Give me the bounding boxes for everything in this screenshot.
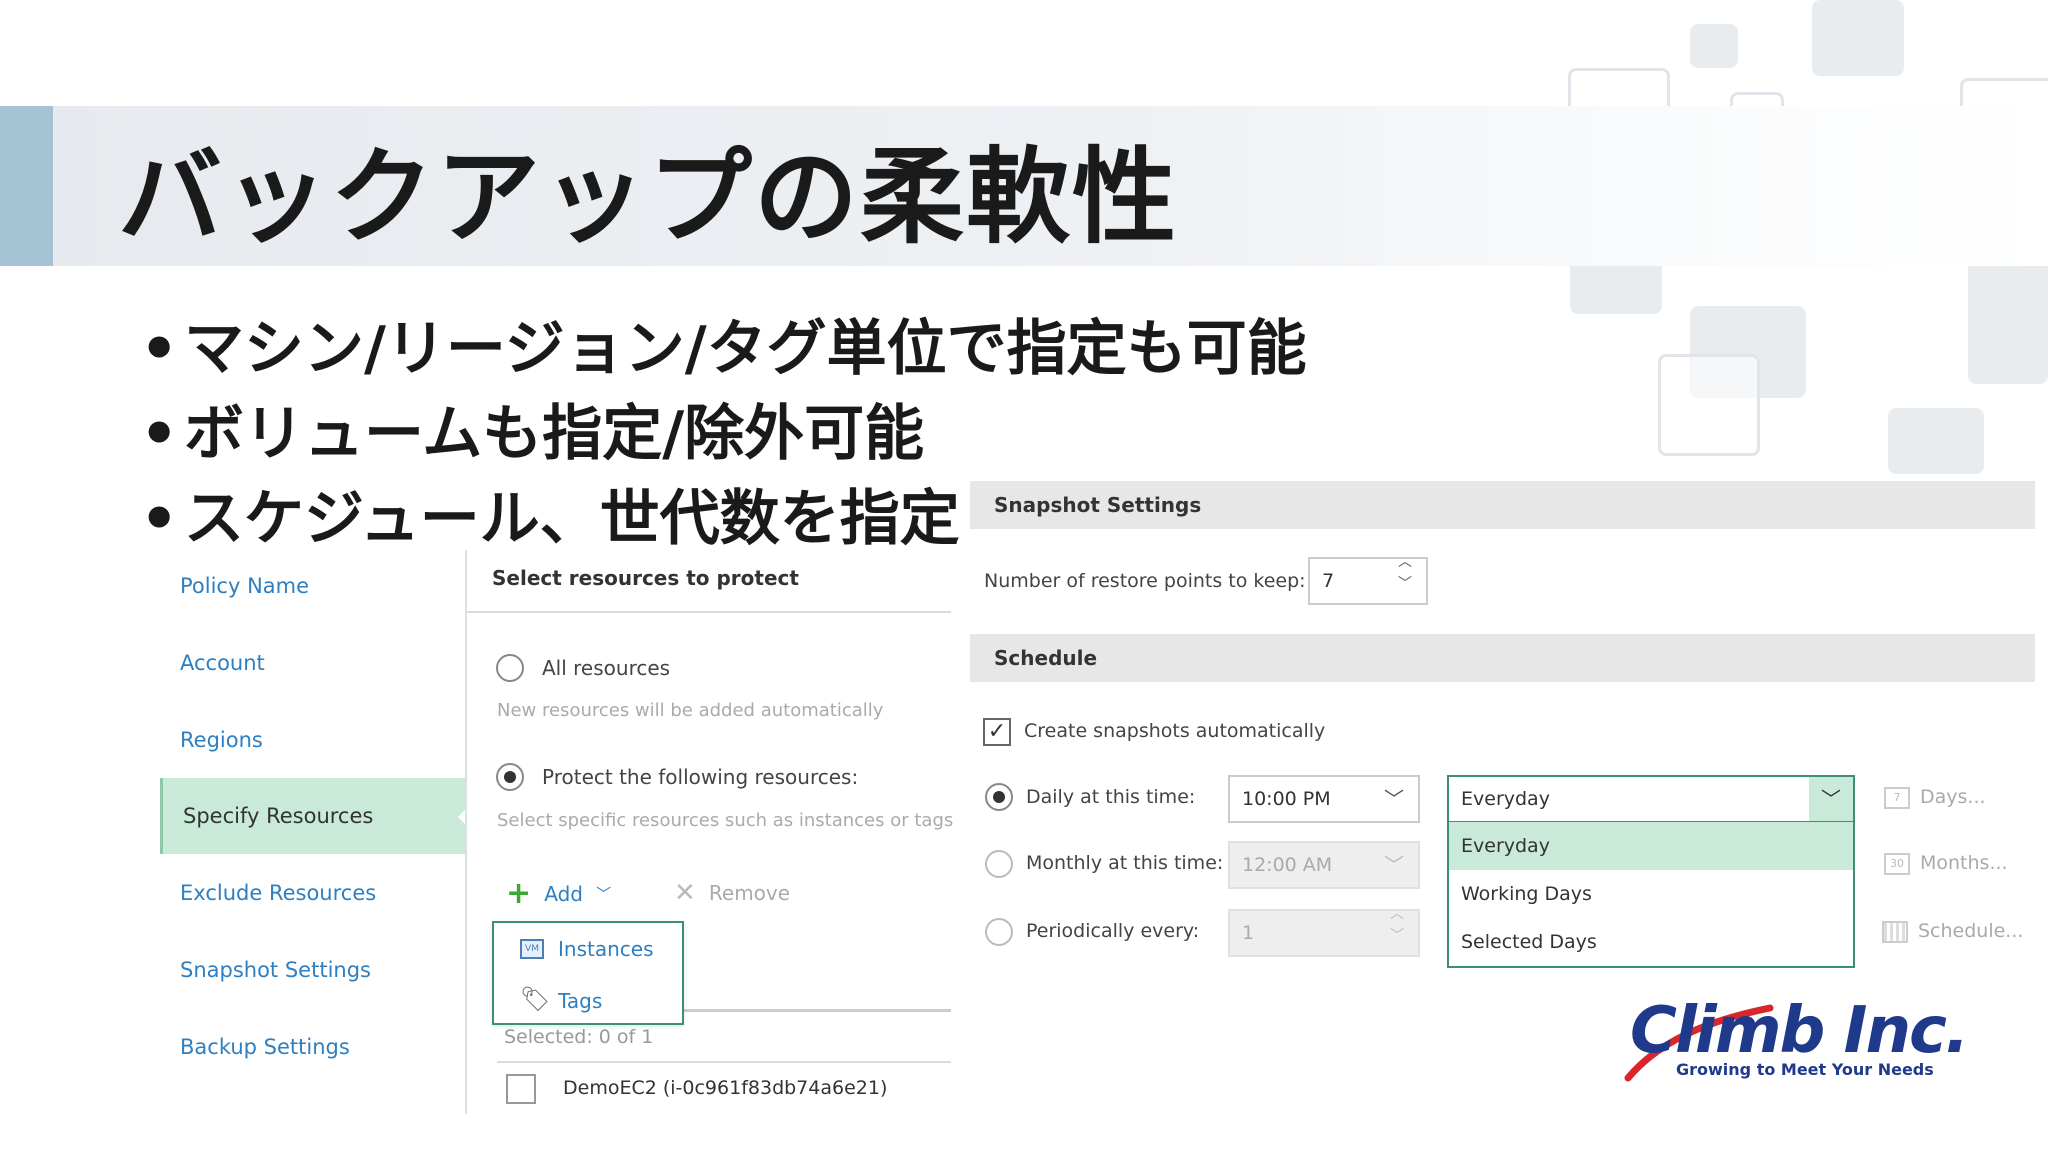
periodic-value: 1 xyxy=(1242,922,1255,944)
frequency-option[interactable]: Selected Days xyxy=(1449,918,1853,966)
daily-radio[interactable] xyxy=(985,783,1013,811)
add-menu: VM Instances 🏷 Tags xyxy=(492,921,684,1025)
divider xyxy=(467,611,951,613)
all-resources-radio[interactable] xyxy=(496,654,524,682)
daily-time-select[interactable]: 10:00 PM ﹀ xyxy=(1228,775,1420,823)
chevron-down-icon[interactable]: ﹀ xyxy=(1809,777,1853,821)
remove-label: Remove xyxy=(708,881,791,905)
chevron-down-icon: ﹀ xyxy=(1384,853,1404,877)
menu-item-label: Tags xyxy=(558,989,603,1013)
protect-resources-hint: Select specific resources such as instan… xyxy=(497,810,954,831)
active-nav-pointer xyxy=(458,806,469,828)
add-label: Add xyxy=(544,881,583,906)
tag-icon: 🏷 xyxy=(520,985,551,1013)
nav-item-regions[interactable]: Regions xyxy=(160,702,465,778)
logo-tagline: Growing to Meet Your Needs xyxy=(1676,1060,1934,1079)
frequency-value: Everyday xyxy=(1461,788,1550,810)
add-button[interactable]: + Add ﹀ xyxy=(506,876,611,911)
slide-title: バックアップの柔軟性 xyxy=(118,136,1179,258)
frequency-option[interactable]: Everyday xyxy=(1449,822,1853,870)
nav-item-exclude-resources[interactable]: Exclude Resources xyxy=(160,855,465,931)
plus-icon: + xyxy=(506,876,532,911)
all-resources-label[interactable]: All resources xyxy=(542,656,670,680)
nav-item-snapshot-settings[interactable]: Snapshot Settings xyxy=(160,932,465,1008)
months-link[interactable]: 30 Months... xyxy=(1884,852,2008,875)
snapshot-settings-header: Snapshot Settings xyxy=(970,481,2035,529)
periodic-value-input[interactable]: 1 ︿ ﹀ xyxy=(1228,906,1420,957)
monthly-label[interactable]: Monthly at this time: xyxy=(1026,852,1223,874)
days-link-label: Days... xyxy=(1920,786,1986,808)
nav-item-specify-resources[interactable]: Specify Resources xyxy=(160,778,465,854)
bullet-item: •ボリュームも指定/除外可能 xyxy=(140,399,925,469)
frequency-select[interactable]: Everyday ﹀ xyxy=(1447,775,1855,823)
resource-row-label: DemoEC2 (i-0c961f83db74a6e21) xyxy=(563,1077,888,1099)
stepper-down-icon[interactable]: ﹀ xyxy=(1398,573,1412,595)
bullet-text: マシン/リージョン/タグ単位で指定も可能 xyxy=(184,314,1307,384)
chevron-down-icon: ﹀ xyxy=(596,885,612,903)
schedule-link[interactable]: Schedule... xyxy=(1882,920,2023,943)
row-checkbox[interactable] xyxy=(506,1074,536,1104)
menu-item-tags[interactable]: 🏷 Tags xyxy=(494,979,682,1023)
frequency-option[interactable]: Working Days xyxy=(1449,870,1853,918)
restore-points-value: 7 xyxy=(1322,570,1335,592)
nav-divider xyxy=(465,550,467,1114)
logo-name: Climb Inc. xyxy=(1630,994,1969,1068)
calendar-icon: 7 xyxy=(1884,786,1910,809)
nav-item-account[interactable]: Account xyxy=(160,625,465,701)
periodic-label[interactable]: Periodically every: xyxy=(1026,920,1199,942)
periodic-radio[interactable] xyxy=(985,918,1013,946)
menu-item-label: Instances xyxy=(558,937,654,961)
bullet-text: ボリュームも指定/除外可能 xyxy=(184,399,925,469)
grid-calendar-icon xyxy=(1882,920,1908,943)
all-resources-hint: New resources will be added automaticall… xyxy=(497,700,884,721)
divider xyxy=(497,1061,951,1063)
stepper-up-icon: ︿ xyxy=(1390,906,1404,922)
daily-label[interactable]: Daily at this time: xyxy=(1026,786,1195,808)
daily-time-value: 10:00 PM xyxy=(1242,788,1331,810)
remove-button[interactable]: ✕ Remove xyxy=(674,878,790,908)
resources-heading: Select resources to protect xyxy=(492,566,799,590)
create-auto-checkbox[interactable]: ✓ xyxy=(983,718,1011,746)
stepper-down-icon: ﹀ xyxy=(1390,928,1404,944)
schedule-link-label: Schedule... xyxy=(1918,920,2024,942)
bullet-item: •マシン/リージョン/タグ単位で指定も可能 xyxy=(140,314,1307,384)
selected-count: Selected: 0 of 1 xyxy=(504,1026,654,1048)
frequency-dropdown: Everyday Working Days Selected Days xyxy=(1447,822,1855,968)
nav-item-policy-name[interactable]: Policy Name xyxy=(160,548,465,624)
company-logo: Climb Inc. Growing to Meet Your Needs xyxy=(1620,994,1969,1090)
create-auto-label[interactable]: Create snapshots automatically xyxy=(1024,720,1325,742)
schedule-header: Schedule xyxy=(970,634,2035,682)
restore-points-input[interactable]: 7 ︿ ﹀ xyxy=(1308,554,1428,605)
days-link[interactable]: 7 Days... xyxy=(1884,786,1986,809)
close-icon: ✕ xyxy=(674,878,696,908)
bullet-item: •スケジュール、世代数を指定 xyxy=(140,484,960,554)
menu-item-instances[interactable]: VM Instances xyxy=(494,929,682,973)
calendar-icon: 30 xyxy=(1884,852,1910,875)
monthly-time-select[interactable]: 12:00 AM ﹀ xyxy=(1228,841,1420,889)
chevron-down-icon: ﹀ xyxy=(1384,787,1404,811)
protect-resources-label[interactable]: Protect the following resources: xyxy=(542,765,858,789)
bullet-text: スケジュール、世代数を指定 xyxy=(184,484,960,554)
stepper-up-icon[interactable]: ︿ xyxy=(1398,551,1412,573)
restore-points-label: Number of restore points to keep: xyxy=(984,570,1306,592)
protect-resources-radio[interactable] xyxy=(496,763,524,791)
monthly-radio[interactable] xyxy=(985,850,1013,878)
list-header-border xyxy=(682,1009,951,1012)
months-link-label: Months... xyxy=(1920,852,2008,874)
instances-icon: VM xyxy=(520,939,544,959)
title-accent-bar xyxy=(0,106,53,266)
nav-item-backup-settings[interactable]: Backup Settings xyxy=(160,1009,465,1085)
monthly-time-value: 12:00 AM xyxy=(1242,854,1333,876)
